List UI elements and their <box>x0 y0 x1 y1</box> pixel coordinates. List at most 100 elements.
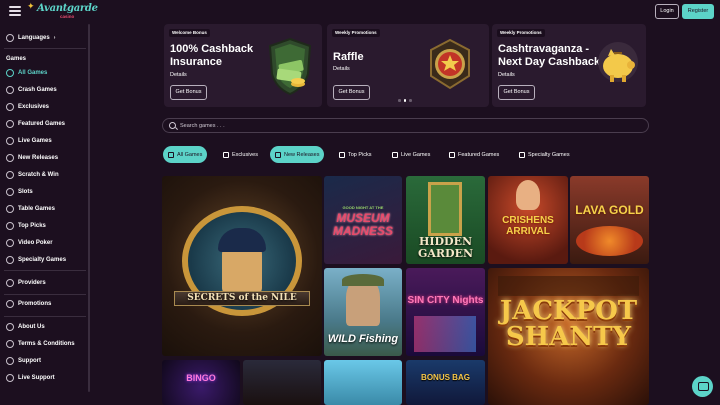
search-bar[interactable] <box>162 118 649 133</box>
info-icon <box>6 323 14 331</box>
sidebar-item-slots[interactable]: Slots <box>6 187 33 197</box>
gift-icon <box>6 300 14 308</box>
support-icon <box>6 357 14 365</box>
sidebar-item-about-us[interactable]: About Us <box>6 322 45 332</box>
city-lights <box>414 316 476 352</box>
tab-label: Live Games <box>401 151 431 158</box>
game-title: JACKPOT SHANTY <box>499 296 638 352</box>
sidebar-item-table-games[interactable]: Table Games <box>6 204 55 214</box>
sidebar-scrollbar[interactable] <box>88 24 90 392</box>
sidebar-item-promotions[interactable]: Promotions <box>6 299 51 309</box>
tab-exclusives[interactable]: Exclusives <box>218 146 263 163</box>
sidebar-games-heading: Games <box>6 56 27 62</box>
tab-specialty-games[interactable]: Specialty Games <box>514 146 575 163</box>
slots-icon <box>6 188 14 196</box>
game-tile-lava-gold[interactable]: LAVA GOLD <box>570 176 649 264</box>
game-tile-sin-city-nights[interactable]: SIN CITY Nights <box>406 268 485 356</box>
sidebar-item-scratch-win[interactable]: Scratch & Win <box>6 170 59 180</box>
carousel-dots[interactable] <box>398 99 412 102</box>
live-icon <box>392 151 398 158</box>
lava-glow <box>576 226 643 256</box>
game-tile-bonus-bag[interactable]: BONUS BAG <box>406 360 485 405</box>
game-tile-museum-madness[interactable]: GOOD NIGHT AT THE MUSEUM MADNESS <box>324 176 402 264</box>
sidebar-item-label: Slots <box>18 189 33 195</box>
tab-label: Top Picks <box>348 151 372 158</box>
sidebar-item-live-support[interactable]: Live Support <box>6 373 55 383</box>
game-tile-secrets-of-the-nile[interactable]: SECRETS of the NILE <box>162 176 322 356</box>
sidebar-item-label: Specialty Games <box>18 257 67 263</box>
get-bonus-button[interactable]: Get Bonus <box>170 85 207 100</box>
tab-new-releases[interactable]: New Releases <box>270 146 325 163</box>
top-picks-icon <box>6 222 14 230</box>
sidebar-item-specialty-games[interactable]: Specialty Games <box>6 255 66 265</box>
sidebar-item-label: About Us <box>18 324 45 330</box>
sidebar-item-crash-games[interactable]: Crash Games <box>6 85 57 95</box>
sidebar-item-label: Video Poker <box>18 240 53 246</box>
new-icon <box>275 151 281 158</box>
game-title: SIN CITY Nights <box>407 295 484 306</box>
carousel-dot[interactable] <box>409 99 412 102</box>
game-title: HIDDEN GARDEN <box>417 235 474 260</box>
game-tile-jackpot-shanty[interactable]: JACKPOT SHANTY <box>488 268 649 405</box>
logo-text: Avantgarde <box>37 3 98 14</box>
sidebar-item-exclusives[interactable]: Exclusives <box>6 102 49 112</box>
promo-card-cashback[interactable]: Welcome Bonus 100% Cashback Insurance De… <box>164 24 322 107</box>
promo-card-cashtravaganza[interactable]: Weekly Promotions Cashtravaganza - Next … <box>492 24 646 107</box>
game-title: CRISHENS ARRIVAL <box>502 215 554 237</box>
sidebar-item-label: Featured Games <box>18 121 66 127</box>
carousel-dot-active[interactable] <box>403 99 406 102</box>
sidebar-item-featured-games[interactable]: Featured Games <box>6 119 65 129</box>
login-button[interactable]: Login <box>655 4 679 19</box>
search-input[interactable] <box>180 120 580 131</box>
top-picks-icon <box>339 151 345 158</box>
register-button[interactable]: Register <box>682 4 714 19</box>
new-icon <box>6 154 14 162</box>
game-tile-sky[interactable] <box>324 360 402 405</box>
star-icon <box>449 151 455 158</box>
chat-icon <box>6 374 14 382</box>
get-bonus-button[interactable]: Get Bonus <box>333 85 370 100</box>
game-title: WILD Fishing <box>327 333 399 345</box>
sidebar-item-all-games[interactable]: All Games <box>6 68 47 78</box>
sidebar-item-top-picks[interactable]: Top Picks <box>6 221 46 231</box>
sidebar-item-video-poker[interactable]: Video Poker <box>6 238 53 248</box>
sidebar-item-label: Support <box>18 358 41 364</box>
promo-details-link[interactable]: Details <box>170 72 187 78</box>
live-chat-button[interactable] <box>692 376 713 397</box>
game-tile-hidden-garden[interactable]: HIDDEN GARDEN <box>406 176 485 264</box>
sidebar-divider <box>4 316 86 317</box>
chevron-right-icon: › <box>53 35 56 41</box>
promo-details-link[interactable]: Details <box>333 66 350 72</box>
category-tabs: All Games Exclusives New Releases Top Pi… <box>162 145 592 165</box>
sidebar-item-new-releases[interactable]: New Releases <box>6 153 58 163</box>
tab-all-games[interactable]: All Games <box>163 146 208 163</box>
sidebar-item-label: New Releases <box>18 155 59 161</box>
sidebar-item-providers[interactable]: Providers <box>6 278 46 288</box>
scratch-icon <box>6 171 14 179</box>
promo-card-raffle[interactable]: Weekly Promotions Raffle Details Get Bon… <box>327 24 489 107</box>
tab-featured-games[interactable]: Featured Games <box>444 146 504 163</box>
tab-top-picks[interactable]: Top Picks <box>334 146 377 163</box>
sidebar-item-live-games[interactable]: Live Games <box>6 136 52 146</box>
game-tile-wild-fishing[interactable]: WILD Fishing <box>324 268 402 356</box>
search-icon <box>169 122 176 129</box>
game-tile-dark[interactable] <box>243 360 321 405</box>
promo-details-link[interactable]: Details <box>498 72 515 78</box>
game-subtitle: GOOD NIGHT AT THE <box>342 205 384 210</box>
specialty-icon <box>6 256 14 264</box>
sidebar-item-label: All Games <box>18 70 48 76</box>
garden-door <box>428 182 462 236</box>
languages-selector[interactable]: Languages › <box>6 33 55 43</box>
sidebar-item-support[interactable]: Support <box>6 356 41 366</box>
game-tile-crishens-arrival[interactable]: CRISHENS ARRIVAL <box>488 176 568 264</box>
sidebar-item-label: Live Support <box>18 375 55 381</box>
get-bonus-button[interactable]: Get Bonus <box>498 85 535 100</box>
carousel-dot[interactable] <box>398 99 401 102</box>
game-title: BONUS BAG <box>421 373 470 382</box>
menu-icon[interactable] <box>9 6 21 16</box>
document-icon <box>6 340 14 348</box>
tab-live-games[interactable]: Live Games <box>387 146 435 163</box>
game-tile-bingo[interactable]: BINGO <box>162 360 240 405</box>
sidebar-item-terms[interactable]: Terms & Conditions <box>6 339 75 349</box>
site-logo[interactable]: ✦ Avantgarde casino <box>27 1 98 23</box>
